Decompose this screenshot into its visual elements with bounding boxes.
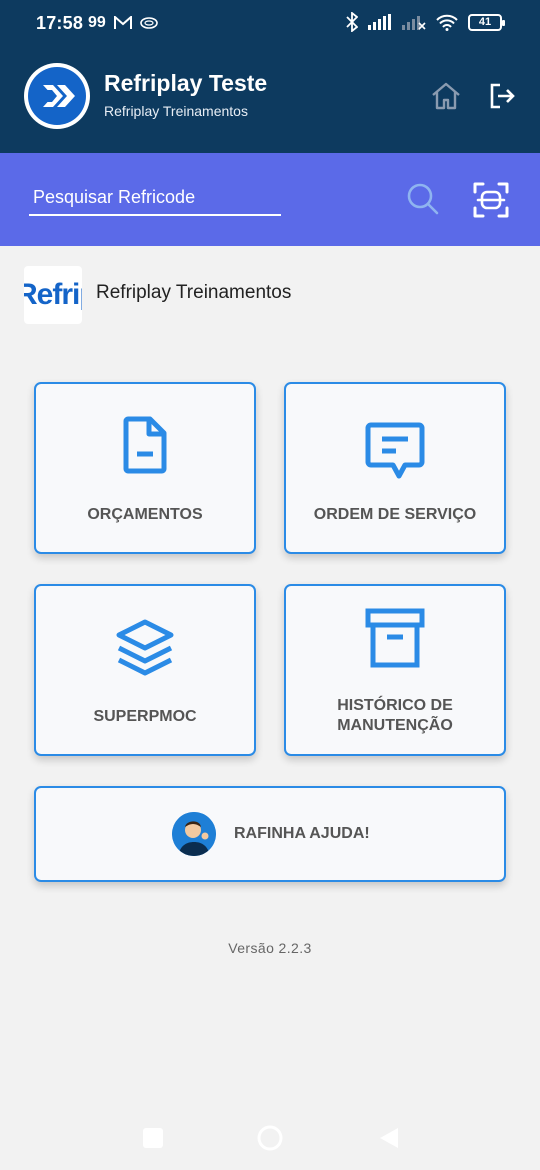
square-icon bbox=[143, 1128, 163, 1148]
back-triangle-icon bbox=[380, 1128, 398, 1148]
battery-indicator: 41 bbox=[468, 13, 505, 31]
app-version: Versão 2.2.3 bbox=[228, 940, 312, 956]
status-right-icons: 41 bbox=[346, 12, 505, 32]
app-subtitle: Refriplay Treinamentos bbox=[104, 103, 248, 119]
mail-icon bbox=[113, 16, 132, 29]
recent-apps-button[interactable] bbox=[140, 1125, 166, 1151]
rafinha-ajuda-label: RAFINHA AJUDA! bbox=[234, 825, 370, 842]
logout-icon bbox=[490, 83, 515, 109]
company-logo: Refrip bbox=[24, 266, 82, 324]
status-extra: 99 bbox=[88, 14, 106, 31]
card-label: HISTÓRICO DE MANUTENÇÃO bbox=[337, 697, 453, 734]
signal-off-icon bbox=[402, 16, 426, 30]
refriplay-logo-icon bbox=[43, 85, 75, 107]
card-label: ORDEM DE SERVIÇO bbox=[313, 506, 477, 523]
bluetooth-icon bbox=[346, 12, 358, 32]
qr-scan-icon bbox=[473, 182, 509, 218]
status-time: 17:58 bbox=[36, 13, 84, 33]
home-nav-button[interactable] bbox=[257, 1125, 283, 1151]
message-icon bbox=[365, 422, 425, 479]
status-bar: 17:58 99 41 bbox=[0, 0, 540, 48]
avatar-icon bbox=[172, 812, 216, 856]
historico-manutencao-card[interactable]: HISTÓRICO DE MANUTENÇÃO bbox=[284, 584, 506, 756]
company-name: Refriplay Treinamentos bbox=[96, 282, 292, 303]
company-logo-text: Refrip bbox=[24, 278, 82, 311]
card-label: SUPERPMOC bbox=[93, 708, 197, 725]
home-button[interactable] bbox=[430, 80, 462, 112]
app-notification-icon bbox=[139, 17, 158, 29]
rafinha-ajuda-button[interactable]: RAFINHA AJUDA! bbox=[34, 786, 506, 882]
layers-icon bbox=[116, 619, 174, 676]
wifi-icon bbox=[436, 14, 458, 31]
ordem-de-servico-card[interactable]: ORDEM DE SERVIÇO bbox=[284, 382, 506, 554]
circle-icon bbox=[257, 1125, 283, 1151]
superpmoc-card[interactable]: SUPERPMOC bbox=[34, 584, 256, 756]
search-icon bbox=[407, 183, 439, 215]
logout-button[interactable] bbox=[486, 80, 518, 112]
battery-level: 41 bbox=[478, 16, 492, 28]
back-button[interactable] bbox=[376, 1125, 402, 1151]
signal-icon bbox=[368, 14, 391, 30]
orcamentos-card[interactable]: ORÇAMENTOS bbox=[34, 382, 256, 554]
document-icon bbox=[123, 416, 167, 474]
app-title: Refriplay Teste bbox=[104, 70, 268, 96]
app-logo bbox=[24, 63, 90, 129]
archive-icon bbox=[365, 608, 425, 668]
search-button[interactable] bbox=[404, 180, 442, 218]
home-icon bbox=[432, 82, 460, 110]
search-input[interactable] bbox=[29, 180, 281, 216]
card-label: ORÇAMENTOS bbox=[87, 506, 203, 523]
scan-button[interactable] bbox=[471, 180, 511, 220]
app-header: 17:58 99 41 Refriplay Teste Refriplay Tr… bbox=[0, 0, 540, 153]
system-nav-bar bbox=[0, 1105, 540, 1170]
notification-icons: 99 bbox=[88, 14, 158, 32]
